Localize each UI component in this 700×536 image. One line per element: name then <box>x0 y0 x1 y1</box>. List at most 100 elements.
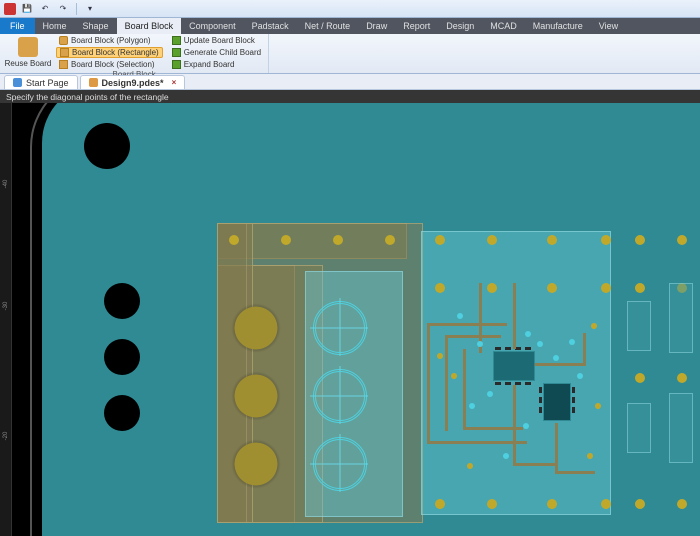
via-pad <box>435 235 445 245</box>
pcb-file-icon <box>89 78 98 87</box>
via-pad <box>635 499 645 509</box>
ic-pin <box>539 387 542 393</box>
via <box>503 453 509 459</box>
mounting-hole <box>104 395 140 431</box>
via <box>469 403 475 409</box>
trace <box>555 471 595 474</box>
trace <box>513 283 516 349</box>
via-pad <box>547 283 557 293</box>
generate-child-board-label: Generate Child Board <box>184 48 261 57</box>
file-tab[interactable]: File <box>0 18 35 34</box>
via <box>553 355 559 361</box>
doc-tab-design-label: Design9.pdes* <box>102 78 164 88</box>
tab-manufacture[interactable]: Manufacture <box>525 18 591 34</box>
fiducial-ring <box>315 303 365 353</box>
via-pad <box>333 235 343 245</box>
ruler-tick: -20 <box>3 430 9 442</box>
app-icon <box>4 3 16 15</box>
ic-pin <box>572 407 575 413</box>
tab-component[interactable]: Component <box>181 18 244 34</box>
thru-hole-pad <box>231 439 281 489</box>
tab-shape[interactable]: Shape <box>75 18 117 34</box>
qat-redo-icon[interactable]: ↷ <box>56 2 70 16</box>
fiducial-ring <box>315 371 365 421</box>
smd-pad <box>669 283 693 353</box>
design-canvas-area[interactable]: -40 -30 -20 <box>0 103 700 536</box>
rectangle-icon <box>60 48 69 57</box>
tab-board-block[interactable]: Board Block <box>117 18 182 34</box>
via-pad <box>601 499 611 509</box>
ic-pin <box>495 382 501 385</box>
selection-icon <box>59 60 68 69</box>
child-board-icon <box>172 48 181 57</box>
via-pad <box>587 453 593 459</box>
trace <box>427 323 507 326</box>
board-block-small-buttons: Board Block (Polygon) Update Board Block… <box>56 35 264 70</box>
expand-board-label: Expand Board <box>184 60 235 69</box>
mounting-hole <box>104 283 140 319</box>
via-pad <box>451 373 457 379</box>
generate-child-board-button[interactable]: Generate Child Board <box>169 47 264 58</box>
tab-padstack[interactable]: Padstack <box>244 18 297 34</box>
expand-icon <box>172 60 181 69</box>
qat-separator <box>76 3 77 15</box>
update-board-block-label: Update Board Block <box>184 36 255 45</box>
via-pad <box>229 235 239 245</box>
via-pad <box>547 499 557 509</box>
via-pad <box>635 235 645 245</box>
ribbon-panel: Reuse Board Board Block (Polygon) Update… <box>0 34 700 74</box>
tab-draw[interactable]: Draw <box>358 18 395 34</box>
ruler-tick: -30 <box>3 300 9 312</box>
mounting-hole <box>84 123 130 169</box>
polygon-icon <box>59 36 68 45</box>
via-pad <box>601 283 611 293</box>
trace <box>535 363 585 366</box>
tab-net-route[interactable]: Net / Route <box>297 18 359 34</box>
via-pad <box>595 403 601 409</box>
doc-tab-start-page[interactable]: Start Page <box>4 75 78 89</box>
via <box>487 391 493 397</box>
ic-pin <box>505 382 511 385</box>
via <box>477 341 483 347</box>
document-tab-strip: Start Page Design9.pdes* × <box>0 74 700 90</box>
ic-pin <box>495 347 501 350</box>
mounting-hole <box>104 339 140 375</box>
tab-home[interactable]: Home <box>35 18 75 34</box>
ic-pin <box>525 347 531 350</box>
qat-undo-icon[interactable]: ↶ <box>38 2 52 16</box>
ic-pin <box>539 407 542 413</box>
board-block-rectangle-button[interactable]: Board Block (Rectangle) <box>56 47 163 58</box>
via-pad <box>547 235 557 245</box>
expand-board-button[interactable]: Expand Board <box>169 59 264 70</box>
trace <box>583 333 586 366</box>
close-icon[interactable]: × <box>172 78 177 87</box>
reuse-board-label: Reuse Board <box>5 59 52 68</box>
update-board-block-button[interactable]: Update Board Block <box>169 35 264 46</box>
board-block-selection-button[interactable]: Board Block (Selection) <box>56 59 163 70</box>
board-block-polygon-button[interactable]: Board Block (Polygon) <box>56 35 163 46</box>
tab-report[interactable]: Report <box>395 18 438 34</box>
ic-pin <box>572 397 575 403</box>
trace <box>427 323 430 443</box>
thru-hole-pad <box>231 303 281 353</box>
qat-dropdown-icon[interactable]: ▾ <box>83 2 97 16</box>
fiducial-ring <box>315 439 365 489</box>
tab-design[interactable]: Design <box>438 18 482 34</box>
via <box>537 341 543 347</box>
via <box>569 339 575 345</box>
qat-save-icon[interactable]: 💾 <box>20 2 34 16</box>
tab-view[interactable]: View <box>591 18 626 34</box>
ic-pin <box>572 387 575 393</box>
smd-pad <box>627 403 651 453</box>
via <box>577 373 583 379</box>
pcb-canvas[interactable] <box>12 103 700 536</box>
tab-mcad[interactable]: MCAD <box>482 18 525 34</box>
board-block-rectangle-label: Board Block (Rectangle) <box>72 48 159 57</box>
via-pad <box>635 283 645 293</box>
reuse-board-icon <box>18 37 38 57</box>
trace <box>513 385 516 465</box>
doc-tab-design[interactable]: Design9.pdes* × <box>80 75 186 89</box>
footprint-region <box>217 223 697 523</box>
trace <box>513 463 557 466</box>
reuse-board-button[interactable]: Reuse Board <box>4 35 52 70</box>
